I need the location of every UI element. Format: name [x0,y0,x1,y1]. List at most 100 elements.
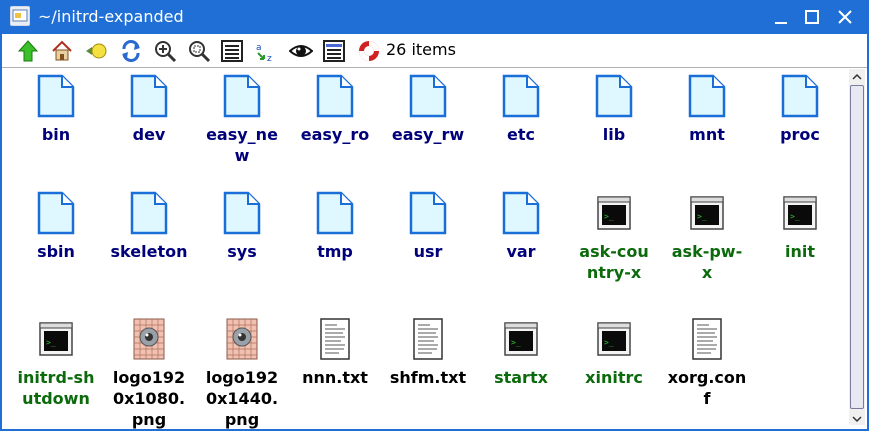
file-item[interactable]: easy_new [199,74,285,166]
file-label: ask-country-x [579,242,649,282]
scroll-down-button[interactable] [849,411,865,425]
file-item[interactable]: easy_rw [385,74,471,145]
file-view[interactable]: bin dev easy_new easy_ro easy_rw etc lib mnt pro… [0,67,869,431]
folder-icon [222,74,262,118]
bulb-icon [86,43,107,59]
file-label: var [506,242,536,261]
file-item[interactable]: sys [199,191,285,262]
zoom-in-button[interactable] [153,39,177,63]
file-label: easy_new [206,125,278,165]
file-label: tmp [317,242,353,261]
file-label: etc [507,125,535,144]
file-label: mnt [689,125,725,144]
file-label: sbin [37,242,75,261]
zoom-in-icon [155,41,177,63]
refresh-icon [122,40,140,62]
executable-icon: >_ [687,191,727,235]
file-item[interactable]: >_ ask-country-x [571,191,657,283]
file-item[interactable]: sbin [13,191,99,262]
list-view-button[interactable] [220,39,244,63]
folder-icon [315,74,355,118]
maximize-button[interactable] [803,8,821,26]
up-arrow-icon [17,40,39,62]
svg-text:>_: >_ [790,212,800,221]
folder-icon [501,74,541,118]
show-hidden-button[interactable] [289,39,313,63]
minimize-button[interactable] [772,8,790,26]
help-button[interactable] [357,39,381,63]
file-item[interactable]: lib [571,74,657,145]
details-view-button[interactable] [322,39,346,63]
file-item[interactable]: nnn.txt [292,317,378,388]
file-item[interactable]: shfm.txt [385,317,471,388]
file-label: dev [132,125,166,144]
file-item[interactable]: logo1920x1080.png [106,317,192,429]
file-item[interactable]: easy_ro [292,74,378,145]
scrollbar-thumb[interactable] [850,85,864,409]
bookmark-button[interactable] [84,39,108,63]
folder-icon [501,191,541,235]
home-button[interactable] [50,39,74,63]
title-bar[interactable]: ~/initrd-expanded [0,0,869,34]
close-button[interactable] [836,8,854,26]
file-item[interactable]: logo1920x1440.png [199,317,285,429]
file-item[interactable]: >_ ask-pw-x [664,191,750,283]
list-icon [221,40,243,62]
file-item[interactable]: proc [757,74,843,145]
folder-icon [408,74,448,118]
image-file-icon [222,317,262,361]
executable-icon: >_ [36,317,76,361]
file-label: xorg.conf [667,368,747,408]
file-item[interactable]: bin [13,74,99,145]
zoom-fit-button[interactable] [187,39,211,63]
home-icon [52,40,72,61]
file-item[interactable]: mnt [664,74,750,145]
file-label: easy_ro [300,125,370,144]
file-label: easy_rw [391,125,465,144]
file-item[interactable]: xorg.conf [664,317,750,409]
chevron-down-icon [852,416,862,423]
vertical-scrollbar[interactable] [849,69,865,425]
sort-az-icon: az [256,43,272,63]
file-item[interactable]: skeleton [106,191,192,262]
app-icon[interactable] [10,6,30,26]
file-item[interactable]: >_ initrd-shutdown [13,317,99,409]
folder-icon [780,74,820,118]
lifebuoy-icon [359,41,379,61]
refresh-button[interactable] [119,39,143,63]
file-item[interactable]: tmp [292,191,378,262]
svg-text:a: a [256,43,262,53]
svg-text:>_: >_ [604,212,614,221]
details-icon [323,40,345,62]
file-label: proc [780,125,820,144]
image-file-icon [129,317,169,361]
file-item[interactable]: >_ xinitrc [571,317,657,388]
file-item[interactable]: >_ startx [478,317,564,388]
file-item[interactable]: >_ init [757,191,843,262]
folder-icon [408,191,448,235]
file-label: logo1920x1080.png [112,368,186,429]
file-label: sys [227,242,257,261]
go-up-button[interactable] [16,39,40,63]
file-label: shfm.txt [389,368,467,387]
file-item[interactable]: etc [478,74,564,145]
folder-icon [222,191,262,235]
window-title: ~/initrd-expanded [38,7,184,26]
file-label: skeleton [110,242,188,261]
folder-icon [36,74,76,118]
file-label: startx [494,368,548,387]
file-item[interactable]: dev [106,74,192,145]
file-label: initrd-shutdown [17,368,95,408]
file-label: ask-pw-x [671,242,743,282]
file-label: logo1920x1440.png [205,368,279,429]
folder-icon [687,74,727,118]
minimize-icon [775,22,787,24]
svg-text:>_: >_ [46,338,56,347]
scroll-up-button[interactable] [849,69,865,83]
file-item[interactable]: usr [385,191,471,262]
file-label: xinitrc [585,368,643,387]
file-label: lib [602,125,626,144]
file-item[interactable]: var [478,191,564,262]
sort-button[interactable]: az [254,39,278,63]
executable-icon: >_ [780,191,820,235]
